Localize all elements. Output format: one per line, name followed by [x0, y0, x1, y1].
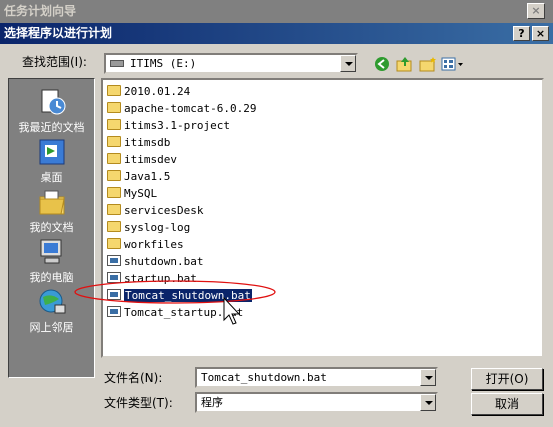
filename-value: Tomcat_shutdown.bat	[201, 371, 327, 384]
documents-icon	[37, 187, 67, 217]
batch-file-icon	[107, 255, 121, 266]
chevron-down-icon[interactable]	[340, 55, 356, 72]
mouse-cursor-icon	[223, 296, 241, 325]
folder-icon	[107, 204, 121, 215]
close-button[interactable]: ×	[532, 26, 549, 41]
place-recent[interactable]: 我最近的文档	[9, 87, 94, 135]
list-item[interactable]: itims3.1-project	[107, 118, 230, 134]
folder-icon	[107, 153, 121, 164]
network-icon	[37, 287, 67, 317]
chevron-down-icon[interactable]	[420, 369, 436, 386]
place-documents[interactable]: 我的文档	[9, 187, 94, 235]
lookin-label: 查找范围(I):	[22, 55, 87, 69]
recent-icon	[37, 87, 67, 117]
computer-icon	[37, 237, 67, 267]
folder-icon	[107, 136, 121, 147]
view-menu-icon[interactable]	[441, 56, 465, 74]
lookin-combo[interactable]: ITIMS (E:)	[104, 53, 358, 74]
list-item[interactable]: servicesDesk	[107, 203, 203, 219]
open-button[interactable]: 打开(O)	[471, 368, 543, 390]
help-button[interactable]: ?	[513, 26, 530, 41]
filetype-select[interactable]: 程序	[195, 392, 438, 413]
background-window-title: 任务计划向导	[0, 0, 553, 23]
folder-icon	[107, 102, 121, 113]
drive-icon	[110, 60, 124, 67]
filename-input[interactable]: Tomcat_shutdown.bat	[195, 367, 438, 388]
filetype-label: 文件类型(T):	[104, 396, 173, 410]
list-item[interactable]: workfiles	[107, 237, 184, 253]
folder-icon	[107, 170, 121, 181]
folder-icon	[107, 119, 121, 130]
lookin-value: ITIMS (E:)	[130, 57, 197, 70]
filename-label: 文件名(N):	[104, 371, 163, 385]
list-item[interactable]: syslog-log	[107, 220, 190, 236]
place-desktop[interactable]: 桌面	[9, 137, 94, 185]
list-item[interactable]: apache-tomcat-6.0.29	[107, 101, 256, 117]
back-icon[interactable]	[372, 56, 392, 74]
desktop-icon	[37, 137, 67, 167]
list-item[interactable]: itimsdev	[107, 152, 177, 168]
up-folder-icon[interactable]	[395, 56, 415, 74]
new-folder-icon[interactable]	[418, 56, 438, 74]
list-item[interactable]: MySQL	[107, 186, 157, 202]
chevron-down-icon[interactable]	[420, 394, 436, 411]
filetype-value: 程序	[201, 396, 223, 409]
folder-icon	[107, 187, 121, 198]
folder-icon	[107, 221, 121, 232]
list-item[interactable]: 2010.01.24	[107, 84, 190, 100]
list-item[interactable]: itimsdb	[107, 135, 170, 151]
folder-icon	[107, 238, 121, 249]
background-close-button[interactable]: ×	[527, 3, 545, 19]
list-item[interactable]: Java1.5	[107, 169, 170, 185]
cancel-button[interactable]: 取消	[471, 393, 543, 415]
folder-icon	[107, 85, 121, 96]
annotation-ellipse	[74, 280, 276, 304]
list-item[interactable]: shutdown.bat	[107, 254, 203, 270]
dialog-title: 选择程序以进行计划	[0, 23, 553, 44]
